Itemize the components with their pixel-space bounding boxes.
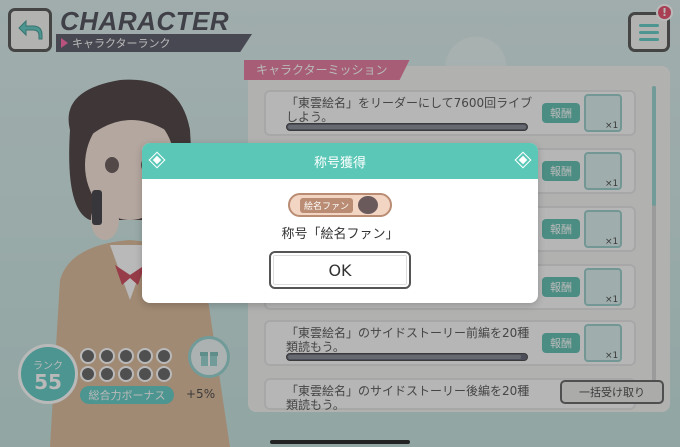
title-acquired-dialog: 称号獲得 絵名ファン 称号「絵名ファン」 OK (142, 143, 538, 303)
ok-button[interactable]: OK (269, 251, 411, 289)
title-badge-avatar (358, 196, 378, 214)
diamond-icon (514, 151, 532, 169)
dialog-message: 称号「絵名ファン」 (281, 227, 399, 242)
title-badge-text: 絵名ファン (300, 198, 354, 213)
dialog-header: 称号獲得 (142, 143, 538, 179)
dialog-title: 称号獲得 (313, 155, 366, 171)
title-badge: 絵名ファン (288, 193, 392, 217)
home-indicator (270, 440, 410, 444)
diamond-icon (148, 151, 166, 169)
